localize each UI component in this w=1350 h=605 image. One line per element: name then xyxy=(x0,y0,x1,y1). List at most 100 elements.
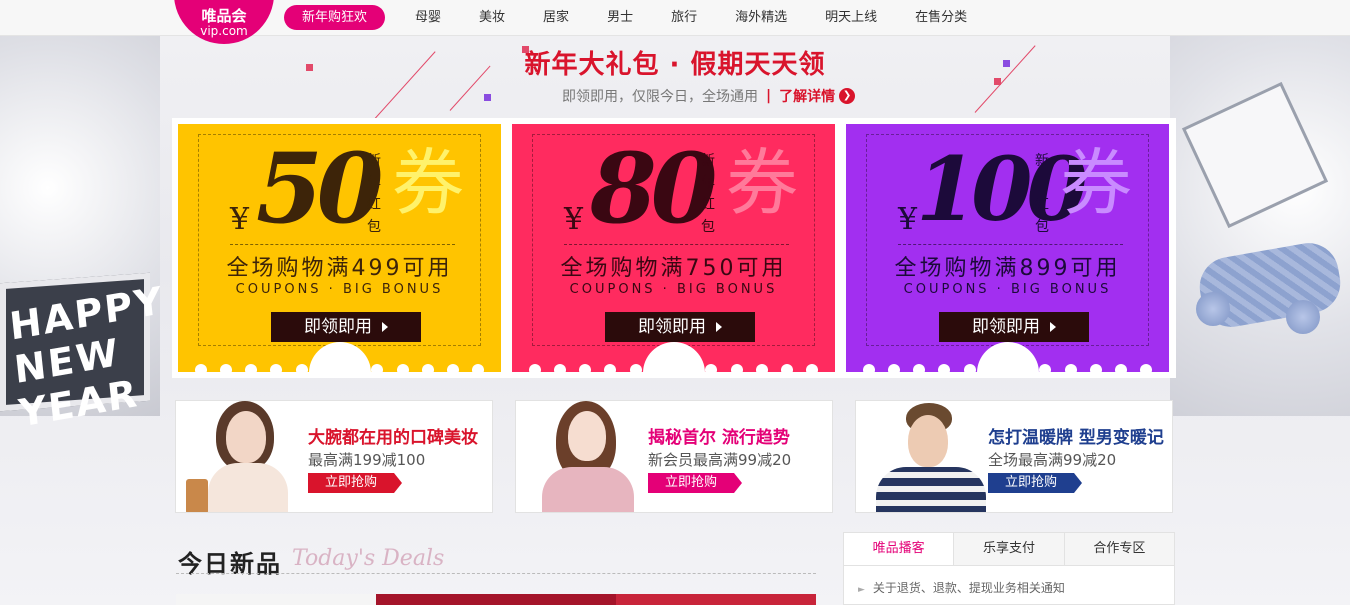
vertical-char: 年 xyxy=(1035,175,1049,191)
coupon-english-text: COUPONS · BIG BONUS xyxy=(569,282,778,297)
deals-section-subtitle: Today's Deals xyxy=(292,546,445,571)
coupon-english-text: COUPONS · BIG BONUS xyxy=(235,282,444,297)
happy-new-year-text: HAPPY NEW YEAR xyxy=(7,278,166,436)
model-shoulders xyxy=(208,463,288,512)
tab-vip-podcast[interactable]: 唯品播客 xyxy=(844,533,955,565)
coupon-condition: 全场购物满899可用 xyxy=(894,256,1121,281)
nav-item-new-year[interactable]: 新年购狂欢 xyxy=(284,5,386,30)
logo-cn-text: 唯品会 xyxy=(201,7,247,25)
vertical-char: 包 xyxy=(367,219,381,235)
banner-subline-text: 即领即用，仅限今日，全场通用 xyxy=(562,89,758,105)
nav-item-men[interactable]: 男士 xyxy=(607,5,633,30)
triangle-bullet-icon: ► xyxy=(858,585,865,595)
nav-item-categories[interactable]: 在售分类 xyxy=(915,5,967,30)
learn-more-link[interactable]: 了解详情 xyxy=(779,86,835,106)
notice-panel: 唯品播客 乐享支付 合作专区 ► 关于退货、退款、提现业务相关通知 xyxy=(843,532,1175,605)
deals-banner-image[interactable] xyxy=(176,594,816,605)
notice-item-text: 关于退货、退款、提现业务相关通知 xyxy=(872,581,1065,595)
vertical-char: 新 xyxy=(1035,153,1049,169)
promo-card-beauty[interactable]: 大腕都在用的口碑美妆 最高满199减100 立即抢购 xyxy=(175,400,493,513)
coupon-condition: 全场购物满499可用 xyxy=(226,256,453,281)
claim-button-label: 即领即用 xyxy=(638,317,706,337)
buy-now-button[interactable]: 立即抢购 xyxy=(988,473,1082,493)
pompom-decoration xyxy=(1286,300,1320,334)
yen-symbol: ¥ xyxy=(898,202,918,237)
vertical-char: 新 xyxy=(701,153,715,169)
model-face xyxy=(568,411,606,461)
buy-now-button[interactable]: 立即抢购 xyxy=(648,473,742,493)
model-coat xyxy=(542,467,634,512)
decorative-square xyxy=(484,94,491,101)
coupon-quan-char: 券 xyxy=(726,141,799,225)
play-arrow-icon xyxy=(716,322,722,332)
coupon-amount: 80 xyxy=(590,132,718,245)
coupon-divider xyxy=(564,244,789,245)
coupon-vertical-label: 新 年 红 包 xyxy=(366,150,382,238)
coupon-amount: 50 xyxy=(256,132,384,245)
promo-desc: 全场最高满99减20 xyxy=(988,451,1117,469)
tab-partners[interactable]: 合作专区 xyxy=(1064,533,1174,565)
vip-logo[interactable]: 唯品会 vip.com xyxy=(174,0,274,44)
banner-separator: | xyxy=(766,88,772,104)
pompom-decoration xyxy=(1196,292,1230,326)
vertical-char: 包 xyxy=(1035,219,1049,235)
coupon-notch xyxy=(643,342,705,372)
model-sweater xyxy=(876,467,986,512)
deals-divider xyxy=(176,573,816,574)
model-portrait xyxy=(866,401,986,512)
coupon-notch xyxy=(977,342,1039,372)
banner-headline: 新年大礼包 · 假期天天领 xyxy=(524,50,826,80)
promo-desc: 新会员最高满99减20 xyxy=(648,451,792,469)
nav-item-tomorrow[interactable]: 明天上线 xyxy=(825,5,877,30)
nav-item-travel[interactable]: 旅行 xyxy=(671,5,697,30)
coupon-vertical-label: 新 年 红 包 xyxy=(1034,150,1050,238)
coupon-card: ¥ 80 新 年 红 包 券 全场购物满750可用 COUPONS · BIG … xyxy=(512,124,835,372)
promo-title: 揭秘首尔 流行趋势 xyxy=(648,428,790,448)
coupon-quan-char: 券 xyxy=(392,141,465,225)
promo-desc: 最高满199减100 xyxy=(308,451,426,469)
promo-title: 大腕都在用的口碑美妆 xyxy=(308,428,478,448)
vertical-char: 红 xyxy=(1035,197,1049,213)
coupon-card: ¥ 50 新 年 红 包 券 全场购物满499可用 COUPONS · BIG … xyxy=(178,124,501,372)
nav-item-baby[interactable]: 母婴 xyxy=(415,5,441,30)
vertical-char: 年 xyxy=(701,175,715,191)
coupon-vertical-label: 新 年 红 包 xyxy=(700,150,716,238)
claim-coupon-button[interactable]: 即领即用 xyxy=(271,312,421,342)
promo-card-menswear[interactable]: 怎打温暖牌 型男变暖记 全场最高满99减20 立即抢购 xyxy=(855,400,1173,513)
happy-new-year-sign: HAPPY NEW YEAR xyxy=(0,272,166,435)
play-arrow-icon xyxy=(382,322,388,332)
claim-button-label: 即领即用 xyxy=(304,317,372,337)
vertical-char: 红 xyxy=(367,197,381,213)
coupon-divider xyxy=(230,244,455,245)
arrow-right-icon[interactable]: ❯ xyxy=(839,88,856,104)
claim-button-label: 即领即用 xyxy=(972,317,1040,337)
yen-symbol: ¥ xyxy=(230,202,250,237)
buy-now-button[interactable]: 立即抢购 xyxy=(308,473,402,493)
nav-menu: 新年购狂欢 母婴 美妆 居家 男士 旅行 海外精选 明天上线 在售分类 xyxy=(284,5,1005,30)
claim-coupon-button[interactable]: 即领即用 xyxy=(939,312,1089,342)
vertical-char: 新 xyxy=(367,153,381,169)
coupon-english-text: COUPONS · BIG BONUS xyxy=(903,282,1112,297)
yen-symbol: ¥ xyxy=(564,202,584,237)
perfume-bottle xyxy=(186,479,208,512)
banner-subline: 即领即用，仅限今日，全场通用 | 了解详情 ❯ xyxy=(562,86,856,106)
coupon-notch xyxy=(309,342,371,372)
nav-item-home[interactable]: 居家 xyxy=(543,5,569,30)
notice-item[interactable]: ► 关于退货、退款、提现业务相关通知 xyxy=(858,579,1065,596)
coupon-divider xyxy=(898,244,1123,245)
nav-item-overseas[interactable]: 海外精选 xyxy=(735,5,787,30)
model-face xyxy=(226,411,266,463)
logo-en-text: vip.com xyxy=(200,24,248,38)
promo-title: 怎打温暖牌 型男变暖记 xyxy=(988,428,1164,448)
tab-payment[interactable]: 乐享支付 xyxy=(954,533,1065,565)
coupon-panel: ¥ 50 新 年 红 包 券 全场购物满499可用 COUPONS · BIG … xyxy=(172,118,1176,378)
promo-card-seoul[interactable]: 揭秘首尔 流行趋势 新会员最高满99减20 立即抢购 xyxy=(515,400,833,513)
nav-item-beauty[interactable]: 美妆 xyxy=(479,5,505,30)
coupon-condition: 全场购物满750可用 xyxy=(560,256,787,281)
coupon-quan-char: 券 xyxy=(1060,141,1133,225)
vertical-char: 年 xyxy=(367,175,381,191)
vertical-char: 包 xyxy=(701,219,715,235)
model-face xyxy=(908,415,948,467)
model-portrait xyxy=(526,401,636,512)
claim-coupon-button[interactable]: 即领即用 xyxy=(605,312,755,342)
